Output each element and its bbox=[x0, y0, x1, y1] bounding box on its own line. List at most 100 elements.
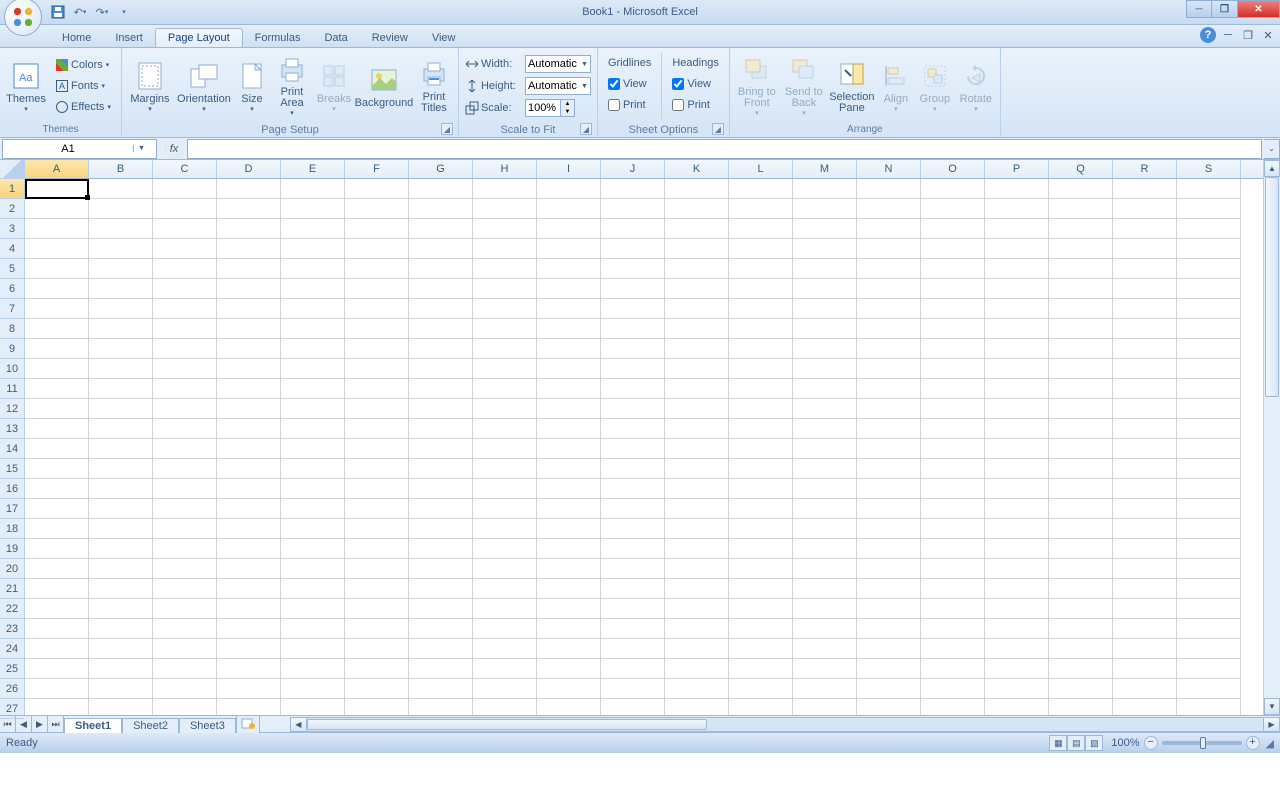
cell[interactable] bbox=[281, 459, 345, 479]
cell[interactable] bbox=[1177, 239, 1241, 259]
cell[interactable] bbox=[601, 659, 665, 679]
selection-pane-button[interactable]: Selection Pane bbox=[828, 53, 876, 119]
cell[interactable] bbox=[729, 499, 793, 519]
cell[interactable] bbox=[25, 659, 89, 679]
cell[interactable] bbox=[793, 419, 857, 439]
cell[interactable] bbox=[537, 259, 601, 279]
cell[interactable] bbox=[729, 439, 793, 459]
cell[interactable] bbox=[345, 459, 409, 479]
cell[interactable] bbox=[665, 639, 729, 659]
cell[interactable] bbox=[153, 659, 217, 679]
sheet-tab[interactable]: Sheet3 bbox=[179, 718, 236, 733]
cell[interactable] bbox=[153, 679, 217, 699]
cell[interactable] bbox=[921, 299, 985, 319]
cell[interactable] bbox=[1049, 319, 1113, 339]
cell[interactable] bbox=[409, 539, 473, 559]
cell[interactable] bbox=[1113, 399, 1177, 419]
cell[interactable] bbox=[729, 579, 793, 599]
cell[interactable] bbox=[473, 439, 537, 459]
print-area-button[interactable]: Print Area▾ bbox=[272, 53, 312, 119]
cell[interactable] bbox=[601, 519, 665, 539]
cell[interactable] bbox=[537, 439, 601, 459]
cell[interactable] bbox=[281, 379, 345, 399]
cell[interactable] bbox=[25, 199, 89, 219]
cell[interactable] bbox=[985, 479, 1049, 499]
cell[interactable] bbox=[921, 619, 985, 639]
cell[interactable] bbox=[409, 299, 473, 319]
row-header[interactable]: 3 bbox=[0, 219, 24, 239]
cell[interactable] bbox=[1049, 339, 1113, 359]
cell[interactable] bbox=[601, 559, 665, 579]
cell[interactable] bbox=[729, 359, 793, 379]
cell[interactable] bbox=[1177, 539, 1241, 559]
scroll-down-icon[interactable]: ▼ bbox=[1264, 698, 1280, 715]
cell[interactable] bbox=[89, 319, 153, 339]
cell[interactable] bbox=[665, 539, 729, 559]
cell[interactable] bbox=[665, 559, 729, 579]
cell[interactable] bbox=[857, 179, 921, 199]
cell[interactable] bbox=[153, 319, 217, 339]
fx-icon[interactable]: fx bbox=[165, 140, 183, 158]
cell[interactable] bbox=[473, 639, 537, 659]
cell[interactable] bbox=[281, 579, 345, 599]
cell[interactable] bbox=[281, 659, 345, 679]
cell[interactable] bbox=[537, 679, 601, 699]
name-box[interactable]: ▼ bbox=[2, 139, 157, 159]
cell[interactable] bbox=[345, 419, 409, 439]
cell[interactable] bbox=[345, 299, 409, 319]
cell[interactable] bbox=[921, 499, 985, 519]
cell[interactable] bbox=[473, 659, 537, 679]
column-header[interactable]: J bbox=[601, 160, 665, 178]
cell[interactable] bbox=[1049, 259, 1113, 279]
column-header[interactable]: A bbox=[25, 160, 89, 178]
cell[interactable] bbox=[793, 439, 857, 459]
cell[interactable] bbox=[345, 239, 409, 259]
cell[interactable] bbox=[281, 319, 345, 339]
cell[interactable] bbox=[665, 619, 729, 639]
cell[interactable] bbox=[25, 299, 89, 319]
cell[interactable] bbox=[217, 179, 281, 199]
cell[interactable] bbox=[729, 319, 793, 339]
cell[interactable] bbox=[153, 599, 217, 619]
cell[interactable] bbox=[409, 479, 473, 499]
cell[interactable] bbox=[729, 279, 793, 299]
cell[interactable] bbox=[1113, 219, 1177, 239]
headings-print-checkbox[interactable]: Print bbox=[672, 95, 718, 115]
cell[interactable] bbox=[1177, 639, 1241, 659]
cell[interactable] bbox=[25, 619, 89, 639]
cell[interactable] bbox=[345, 519, 409, 539]
scroll-left-icon[interactable]: ◀ bbox=[290, 717, 307, 732]
cell[interactable] bbox=[25, 559, 89, 579]
cell[interactable] bbox=[89, 239, 153, 259]
cell[interactable] bbox=[729, 399, 793, 419]
cell[interactable] bbox=[281, 279, 345, 299]
cell[interactable] bbox=[793, 679, 857, 699]
cell[interactable] bbox=[985, 179, 1049, 199]
cell[interactable] bbox=[217, 579, 281, 599]
cell[interactable] bbox=[857, 339, 921, 359]
cell[interactable] bbox=[473, 279, 537, 299]
cell[interactable] bbox=[1049, 539, 1113, 559]
cell[interactable] bbox=[1049, 419, 1113, 439]
cell[interactable] bbox=[729, 299, 793, 319]
cell[interactable] bbox=[473, 179, 537, 199]
cell[interactable] bbox=[473, 419, 537, 439]
save-icon[interactable] bbox=[48, 2, 68, 22]
cell[interactable] bbox=[1049, 479, 1113, 499]
cell[interactable] bbox=[1049, 199, 1113, 219]
cell[interactable] bbox=[153, 419, 217, 439]
cell[interactable] bbox=[1113, 339, 1177, 359]
cell[interactable] bbox=[857, 519, 921, 539]
cell[interactable] bbox=[89, 459, 153, 479]
cell[interactable] bbox=[793, 359, 857, 379]
cell[interactable] bbox=[1177, 299, 1241, 319]
cell[interactable] bbox=[281, 299, 345, 319]
cell[interactable] bbox=[1049, 599, 1113, 619]
cell[interactable] bbox=[601, 599, 665, 619]
row-header[interactable]: 9 bbox=[0, 339, 24, 359]
cell[interactable] bbox=[409, 439, 473, 459]
cell[interactable] bbox=[857, 639, 921, 659]
cell[interactable] bbox=[409, 619, 473, 639]
cell[interactable] bbox=[473, 699, 537, 715]
page-break-view-icon[interactable]: ▧ bbox=[1085, 735, 1103, 751]
